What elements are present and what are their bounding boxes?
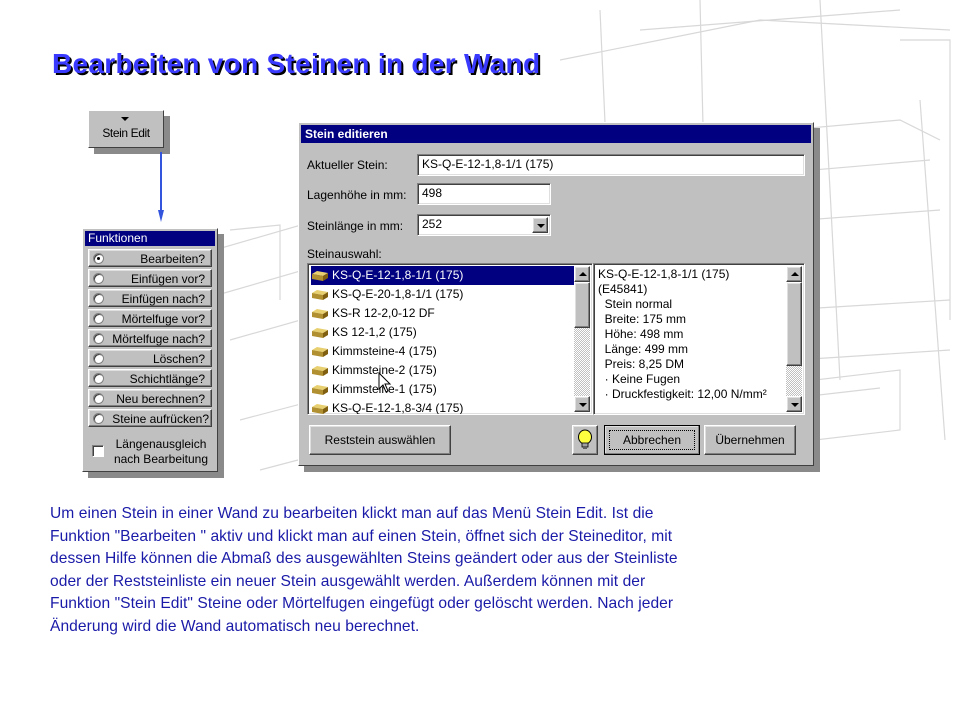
dropdown-arrow-icon <box>121 117 129 121</box>
func-option-schichtlaenge[interactable]: Schichtlänge? <box>88 369 212 387</box>
info-line: KS-Q-E-12-1,8-1/1 (175) <box>598 267 730 281</box>
stone-listbox[interactable]: KS-Q-E-12-1,8-1/1 (175) KS-Q-E-20-1,8-1/… <box>307 263 593 415</box>
stein-edit-label: Stein Edit <box>102 126 150 140</box>
info-line: (E45841) <box>598 282 648 296</box>
abbrechen-button[interactable]: Abbrechen <box>604 425 700 455</box>
option-label: Schichtlänge? <box>129 372 205 386</box>
func-option-loeschen[interactable]: Löschen? <box>88 349 212 367</box>
info-line: · Druckfestigkeit: 12,00 N/mm² <box>598 387 767 401</box>
func-option-moertelfuge-vor[interactable]: Mörtelfuge vor? <box>88 309 212 327</box>
func-option-moertelfuge-nach[interactable]: Mörtelfuge nach? <box>88 329 212 347</box>
body-line: Funktion "Stein Edit" Steine oder Mörtel… <box>50 595 674 612</box>
mouse-cursor-icon <box>378 372 392 393</box>
stein-editieren-dialog: Stein editieren Aktueller Stein: KS-Q-E-… <box>298 122 814 466</box>
info-line: Länge: 499 mm <box>598 342 689 356</box>
radio-button[interactable] <box>93 413 104 424</box>
funktionen-panel: Funktionen Bearbeiten? Einfügen vor? Ein… <box>82 228 218 472</box>
aktueller-stein-label: Aktueller Stein: <box>307 158 388 172</box>
stone-list-scrollbar[interactable] <box>574 266 590 412</box>
radio-button[interactable] <box>93 313 104 324</box>
option-label: Einfügen vor? <box>130 272 205 286</box>
info-line: Stein normal <box>598 297 673 311</box>
info-line: Preis: 8,25 DM <box>598 357 685 371</box>
option-label: Mörtelfuge vor? <box>121 312 205 326</box>
option-label: Neu berechnen? <box>116 392 205 406</box>
stone-info-box[interactable]: KS-Q-E-12-1,8-1/1 (175) (E45841) Stein n… <box>593 263 805 415</box>
list-item[interactable]: Kimmsteine-1 (175) <box>311 380 574 399</box>
func-option-einfuegen-nach[interactable]: Einfügen nach? <box>88 289 212 307</box>
option-label: Einfügen nach? <box>121 292 205 306</box>
info-line: Höhe: 498 mm <box>598 327 684 341</box>
list-item[interactable]: Kimmsteine-2 (175) <box>311 361 574 380</box>
scroll-thumb[interactable] <box>786 282 802 366</box>
reststein-auswaehlen-button[interactable]: Reststein auswählen <box>309 425 451 455</box>
radio-button[interactable] <box>93 293 104 304</box>
func-option-steine-aufruecken[interactable]: Steine aufrücken? <box>88 409 212 427</box>
checkbox-label-line2: nach Bearbeitung <box>113 452 209 466</box>
laengenausgleich-checkbox-row[interactable]: Längenausgleich nach Bearbeitung <box>88 436 212 468</box>
body-line: Funktion "Bearbeiten " aktiv und klickt … <box>50 527 673 545</box>
list-item[interactable]: KS-R 12-2,0-12 DF <box>311 304 574 323</box>
connector-arrow-icon <box>158 152 164 222</box>
lagenhoehe-input[interactable]: 498 <box>417 183 551 205</box>
laengenausgleich-label: Längenausgleich nach Bearbeitung <box>110 437 212 467</box>
stone-brick-icon <box>312 384 328 395</box>
radio-button[interactable] <box>93 333 104 344</box>
hint-button[interactable] <box>572 425 598 455</box>
lightbulb-icon <box>578 429 592 449</box>
scroll-up-icon[interactable] <box>786 266 802 282</box>
dialog-title: Stein editieren <box>301 125 811 143</box>
scroll-thumb[interactable] <box>574 282 590 328</box>
info-line: · Keine Fugen <box>598 372 681 386</box>
body-line: Änderung wird die Wand automatisch neu b… <box>50 617 420 635</box>
funktionen-title: Funktionen <box>85 231 215 246</box>
radio-button[interactable] <box>93 253 104 264</box>
checkbox-label-line1: Längenausgleich <box>115 437 207 451</box>
laengenausgleich-checkbox[interactable] <box>92 445 104 457</box>
stone-brick-icon <box>312 346 328 357</box>
stone-brick-icon <box>312 289 328 300</box>
scroll-down-icon[interactable] <box>786 396 802 412</box>
func-option-bearbeiten[interactable]: Bearbeiten? <box>88 249 212 267</box>
option-label: Bearbeiten? <box>140 252 205 266</box>
body-line: dessen Hilfe können die Abmaß des ausgew… <box>50 550 678 567</box>
steinauswahl-label: Steinauswahl: <box>307 247 382 261</box>
func-option-einfuegen-vor[interactable]: Einfügen vor? <box>88 269 212 287</box>
list-item[interactable]: KS-Q-E-12-1,8-1/1 (175) <box>311 266 574 285</box>
scroll-up-icon[interactable] <box>574 266 590 282</box>
scroll-down-icon[interactable] <box>574 396 590 412</box>
stone-brick-icon <box>312 403 328 414</box>
stone-brick-icon <box>312 308 328 319</box>
steinlaenge-value: 252 <box>422 217 443 231</box>
list-item[interactable]: Kimmsteine-4 (175) <box>311 342 574 361</box>
lagenhoehe-label: Lagenhöhe in mm: <box>307 188 407 202</box>
radio-button[interactable] <box>93 353 104 364</box>
option-label: Steine aufrücken? <box>112 412 209 426</box>
aktueller-stein-field[interactable]: KS-Q-E-12-1,8-1/1 (175) <box>417 154 805 176</box>
steinlaenge-combobox[interactable]: 252 <box>417 214 551 236</box>
stone-brick-icon <box>312 327 328 338</box>
info-line: Breite: 175 mm <box>598 312 687 326</box>
func-option-neu-berechnen[interactable]: Neu berechnen? <box>88 389 212 407</box>
dropdown-arrow-icon[interactable] <box>532 217 548 233</box>
stone-brick-icon <box>312 365 328 376</box>
option-label: Mörtelfuge nach? <box>112 332 205 346</box>
slide-title: Bearbeiten von Steinen in der Wand <box>52 48 541 79</box>
info-scrollbar[interactable] <box>786 266 802 412</box>
stone-brick-icon <box>312 270 328 281</box>
body-paragraph: Um einen Stein in einer Wand zu bearbeit… <box>50 503 920 638</box>
radio-button[interactable] <box>93 393 104 404</box>
body-line: Um einen Stein in einer Wand zu bearbeit… <box>50 505 654 522</box>
focus-outline <box>609 430 695 450</box>
radio-button[interactable] <box>93 373 104 384</box>
radio-button[interactable] <box>93 273 104 284</box>
uebernehmen-button[interactable]: Übernehmen <box>704 425 796 455</box>
body-line: oder der Reststeinliste ein neuer Stein … <box>50 572 646 590</box>
list-item[interactable]: KS 12-1,2 (175) <box>311 323 574 342</box>
list-item[interactable]: KS-Q-E-12-1,8-3/4 (175) <box>311 399 574 414</box>
list-item[interactable]: KS-Q-E-20-1,8-1/1 (175) <box>311 285 574 304</box>
steinlaenge-label: Steinlänge in mm: <box>307 219 404 233</box>
option-label: Löschen? <box>152 352 205 366</box>
stein-edit-menu-button[interactable]: Stein Edit <box>88 110 164 148</box>
